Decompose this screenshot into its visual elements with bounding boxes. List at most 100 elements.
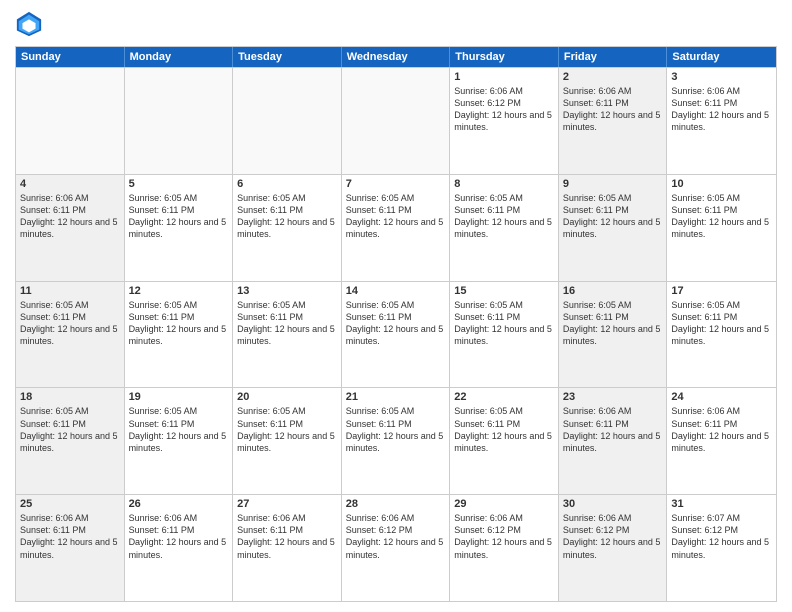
day-number: 25 <box>20 498 120 510</box>
day-number: 24 <box>671 391 772 403</box>
cell-daylight-info: Sunrise: 6:06 AM Sunset: 6:11 PM Dayligh… <box>20 512 120 561</box>
day-number: 14 <box>346 285 446 297</box>
calendar-cell-9: 9 Sunrise: 6:05 AM Sunset: 6:11 PM Daylig… <box>559 175 668 281</box>
calendar-cell-18: 18 Sunrise: 6:05 AM Sunset: 6:11 PM Dayli… <box>16 388 125 494</box>
day-number: 2 <box>563 71 663 83</box>
calendar-row-3: 18 Sunrise: 6:05 AM Sunset: 6:11 PM Dayli… <box>16 387 776 494</box>
cell-daylight-info: Sunrise: 6:06 AM Sunset: 6:12 PM Dayligh… <box>563 512 663 561</box>
calendar-cell-29: 29 Sunrise: 6:06 AM Sunset: 6:12 PM Dayli… <box>450 495 559 601</box>
calendar: SundayMondayTuesdayWednesdayThursdayFrid… <box>15 46 777 602</box>
calendar-cell-12: 12Sunrise: 6:05 AM Sunset: 6:11 PM Dayli… <box>125 282 234 388</box>
weekday-header-tuesday: Tuesday <box>233 47 342 67</box>
calendar-header: SundayMondayTuesdayWednesdayThursdayFrid… <box>16 47 776 67</box>
logo-icon <box>15 10 43 38</box>
calendar-cell-26: 26 Sunrise: 6:06 AM Sunset: 6:11 PM Dayli… <box>125 495 234 601</box>
logo <box>15 10 47 38</box>
calendar-row-2: 11 Sunrise: 6:05 AM Sunset: 6:11 PM Dayli… <box>16 281 776 388</box>
day-number: 10 <box>671 178 772 190</box>
weekday-header-friday: Friday <box>559 47 668 67</box>
day-number: 11 <box>20 285 120 297</box>
calendar-cell-22: 22 Sunrise: 6:05 AM Sunset: 6:11 PM Dayli… <box>450 388 559 494</box>
cell-daylight-info: Sunrise: 6:06 AM Sunset: 6:12 PM Dayligh… <box>454 512 554 561</box>
day-number: 30 <box>563 498 663 510</box>
cell-daylight-info: Sunrise: 6:05 AM Sunset: 6:11 PM Dayligh… <box>671 299 772 348</box>
calendar-cell-8: 8Sunrise: 6:05 AM Sunset: 6:11 PM Daylig… <box>450 175 559 281</box>
day-number: 6 <box>237 178 337 190</box>
calendar-cell-empty-0-0 <box>16 68 125 174</box>
calendar-cell-23: 23Sunrise: 6:06 AM Sunset: 6:11 PM Dayli… <box>559 388 668 494</box>
calendar-cell-2: 2 Sunrise: 6:06 AM Sunset: 6:11 PM Daylig… <box>559 68 668 174</box>
cell-daylight-info: Sunrise: 6:05 AM Sunset: 6:11 PM Dayligh… <box>237 299 337 348</box>
day-number: 12 <box>129 285 229 297</box>
calendar-cell-28: 28Sunrise: 6:06 AM Sunset: 6:12 PM Dayli… <box>342 495 451 601</box>
cell-daylight-info: Sunrise: 6:05 AM Sunset: 6:11 PM Dayligh… <box>563 192 663 241</box>
cell-daylight-info: Sunrise: 6:05 AM Sunset: 6:11 PM Dayligh… <box>129 405 229 454</box>
calendar-cell-11: 11Sunrise: 6:05 AM Sunset: 6:11 PM Dayli… <box>16 282 125 388</box>
day-number: 17 <box>671 285 772 297</box>
day-number: 18 <box>20 391 120 403</box>
weekday-header-wednesday: Wednesday <box>342 47 451 67</box>
day-number: 20 <box>237 391 337 403</box>
calendar-cell-empty-0-3 <box>342 68 451 174</box>
day-number: 19 <box>129 391 229 403</box>
cell-daylight-info: Sunrise: 6:06 AM Sunset: 6:11 PM Dayligh… <box>563 85 663 134</box>
cell-daylight-info: Sunrise: 6:05 AM Sunset: 6:11 PM Dayligh… <box>454 299 554 348</box>
calendar-cell-16: 16 Sunrise: 6:05 AM Sunset: 6:11 PM Dayli… <box>559 282 668 388</box>
day-number: 26 <box>129 498 229 510</box>
day-number: 22 <box>454 391 554 403</box>
calendar-cell-4: 4Sunrise: 6:06 AM Sunset: 6:11 PM Daylig… <box>16 175 125 281</box>
cell-daylight-info: Sunrise: 6:06 AM Sunset: 6:11 PM Dayligh… <box>671 405 772 454</box>
day-number: 1 <box>454 71 554 83</box>
calendar-cell-7: 7Sunrise: 6:05 AM Sunset: 6:11 PM Daylig… <box>342 175 451 281</box>
calendar-cell-31: 31Sunrise: 6:07 AM Sunset: 6:12 PM Dayli… <box>667 495 776 601</box>
day-number: 8 <box>454 178 554 190</box>
calendar-cell-13: 13 Sunrise: 6:05 AM Sunset: 6:11 PM Dayli… <box>233 282 342 388</box>
cell-daylight-info: Sunrise: 6:05 AM Sunset: 6:11 PM Dayligh… <box>237 405 337 454</box>
calendar-body: 1 Sunrise: 6:06 AM Sunset: 6:12 PM Daylig… <box>16 67 776 601</box>
cell-daylight-info: Sunrise: 6:05 AM Sunset: 6:11 PM Dayligh… <box>346 192 446 241</box>
cell-daylight-info: Sunrise: 6:05 AM Sunset: 6:11 PM Dayligh… <box>20 405 120 454</box>
cell-daylight-info: Sunrise: 6:06 AM Sunset: 6:11 PM Dayligh… <box>563 405 663 454</box>
cell-daylight-info: Sunrise: 6:06 AM Sunset: 6:11 PM Dayligh… <box>129 512 229 561</box>
cell-daylight-info: Sunrise: 6:06 AM Sunset: 6:11 PM Dayligh… <box>20 192 120 241</box>
cell-daylight-info: Sunrise: 6:05 AM Sunset: 6:11 PM Dayligh… <box>671 192 772 241</box>
calendar-row-1: 4Sunrise: 6:06 AM Sunset: 6:11 PM Daylig… <box>16 174 776 281</box>
day-number: 31 <box>671 498 772 510</box>
calendar-cell-19: 19 Sunrise: 6:05 AM Sunset: 6:11 PM Dayli… <box>125 388 234 494</box>
calendar-cell-25: 25 Sunrise: 6:06 AM Sunset: 6:11 PM Dayli… <box>16 495 125 601</box>
calendar-cell-17: 17 Sunrise: 6:05 AM Sunset: 6:11 PM Dayli… <box>667 282 776 388</box>
day-number: 21 <box>346 391 446 403</box>
weekday-header-sunday: Sunday <box>16 47 125 67</box>
weekday-header-monday: Monday <box>125 47 234 67</box>
cell-daylight-info: Sunrise: 6:05 AM Sunset: 6:11 PM Dayligh… <box>563 299 663 348</box>
calendar-cell-24: 24 Sunrise: 6:06 AM Sunset: 6:11 PM Dayli… <box>667 388 776 494</box>
day-number: 3 <box>671 71 772 83</box>
calendar-cell-empty-0-1 <box>125 68 234 174</box>
day-number: 16 <box>563 285 663 297</box>
cell-daylight-info: Sunrise: 6:05 AM Sunset: 6:11 PM Dayligh… <box>346 405 446 454</box>
day-number: 29 <box>454 498 554 510</box>
calendar-cell-20: 20 Sunrise: 6:05 AM Sunset: 6:11 PM Dayli… <box>233 388 342 494</box>
cell-daylight-info: Sunrise: 6:05 AM Sunset: 6:11 PM Dayligh… <box>129 192 229 241</box>
calendar-row-4: 25 Sunrise: 6:06 AM Sunset: 6:11 PM Dayli… <box>16 494 776 601</box>
weekday-header-thursday: Thursday <box>450 47 559 67</box>
day-number: 5 <box>129 178 229 190</box>
calendar-cell-10: 10 Sunrise: 6:05 AM Sunset: 6:11 PM Dayli… <box>667 175 776 281</box>
cell-daylight-info: Sunrise: 6:06 AM Sunset: 6:11 PM Dayligh… <box>671 85 772 134</box>
day-number: 13 <box>237 285 337 297</box>
cell-daylight-info: Sunrise: 6:05 AM Sunset: 6:11 PM Dayligh… <box>454 405 554 454</box>
calendar-cell-6: 6Sunrise: 6:05 AM Sunset: 6:11 PM Daylig… <box>233 175 342 281</box>
calendar-cell-27: 27 Sunrise: 6:06 AM Sunset: 6:11 PM Dayli… <box>233 495 342 601</box>
calendar-cell-empty-0-2 <box>233 68 342 174</box>
day-number: 9 <box>563 178 663 190</box>
day-number: 28 <box>346 498 446 510</box>
cell-daylight-info: Sunrise: 6:06 AM Sunset: 6:11 PM Dayligh… <box>237 512 337 561</box>
calendar-row-0: 1 Sunrise: 6:06 AM Sunset: 6:12 PM Daylig… <box>16 67 776 174</box>
day-number: 27 <box>237 498 337 510</box>
calendar-cell-15: 15 Sunrise: 6:05 AM Sunset: 6:11 PM Dayli… <box>450 282 559 388</box>
cell-daylight-info: Sunrise: 6:06 AM Sunset: 6:12 PM Dayligh… <box>454 85 554 134</box>
cell-daylight-info: Sunrise: 6:05 AM Sunset: 6:11 PM Dayligh… <box>346 299 446 348</box>
calendar-cell-30: 30 Sunrise: 6:06 AM Sunset: 6:12 PM Dayli… <box>559 495 668 601</box>
calendar-cell-3: 3 Sunrise: 6:06 AM Sunset: 6:11 PM Daylig… <box>667 68 776 174</box>
day-number: 15 <box>454 285 554 297</box>
